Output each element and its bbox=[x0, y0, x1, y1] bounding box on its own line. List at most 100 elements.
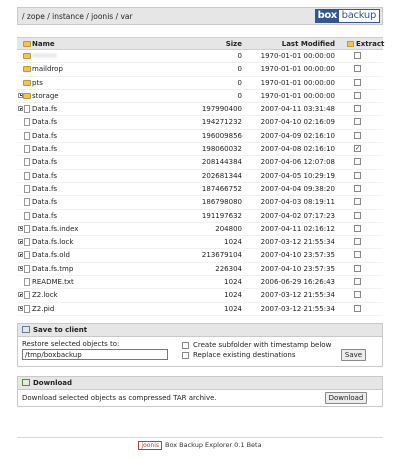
table-row[interactable]: Data.fs 198060032 2007-04-08 02:16:10 ✓ bbox=[17, 143, 383, 157]
footer-text: Box Backup Explorer 0.1 Beta bbox=[165, 441, 262, 449]
extract-checkbox[interactable] bbox=[354, 277, 361, 286]
table-row[interactable]: Data.fs.old 213679104 2007-04-10 23:57:35 bbox=[17, 249, 383, 263]
extract-checkbox[interactable] bbox=[354, 78, 361, 86]
row-name[interactable]: maildrop bbox=[32, 64, 63, 74]
row-name[interactable]: Data.fs bbox=[32, 171, 57, 181]
row-name[interactable]: Data.fs.old bbox=[32, 250, 70, 260]
row-name[interactable]: •••••• bbox=[32, 51, 57, 61]
download-button[interactable]: Download bbox=[325, 392, 367, 404]
extract-checkbox[interactable] bbox=[354, 264, 361, 272]
table-row[interactable]: Data.fs 202681344 2007-04-05 10:29:19 bbox=[17, 170, 383, 183]
row-size: 226304 bbox=[215, 264, 242, 273]
extract-checkbox[interactable] bbox=[354, 211, 361, 219]
row-modified: 1970-01-01 00:00:00 bbox=[260, 78, 335, 87]
row-modified: 1970-01-01 00:00:00 bbox=[260, 65, 335, 74]
row-name[interactable]: Data.fs bbox=[32, 104, 57, 114]
header-bar: / zope / instance / joonis / var box bac… bbox=[17, 7, 383, 25]
row-size: 198060032 bbox=[201, 145, 242, 154]
extract-checkbox[interactable] bbox=[354, 224, 361, 232]
row-size: 208144384 bbox=[201, 158, 242, 167]
row-name[interactable]: storage bbox=[32, 91, 59, 101]
column-extract: Extract bbox=[347, 39, 384, 49]
logo-backup-text: backup bbox=[341, 10, 377, 21]
extract-checkbox[interactable] bbox=[354, 104, 361, 113]
extract-checkbox[interactable] bbox=[354, 131, 361, 139]
extract-checkbox[interactable] bbox=[354, 250, 361, 259]
table-row[interactable]: Z2.pid 1024 2007-03-12 21:55:34 bbox=[17, 303, 383, 316]
table-header: Name Size Last Modified Extract bbox=[17, 37, 384, 50]
extract-checkbox[interactable] bbox=[354, 184, 361, 192]
row-name[interactable]: Data.fs bbox=[32, 131, 57, 141]
save-panel-header: Save to client bbox=[18, 324, 382, 337]
table-row[interactable]: Data.fs 191197632 2007-04-02 07:17:23 bbox=[17, 210, 383, 223]
table-row[interactable]: Data.fs.index 204800 2007-04-11 02:16:12 bbox=[17, 223, 383, 237]
folder-icon bbox=[23, 78, 31, 86]
row-size: 197990400 bbox=[201, 105, 242, 114]
file-icon bbox=[23, 277, 31, 287]
table-row[interactable]: Data.fs.lock 1024 2007-03-12 21:55:34 bbox=[17, 236, 383, 250]
extract-checkbox[interactable] bbox=[354, 51, 361, 59]
extract-checkbox[interactable] bbox=[354, 304, 361, 312]
file-icon bbox=[23, 224, 31, 233]
row-name[interactable]: Data.fs.lock bbox=[32, 237, 73, 247]
row-name[interactable]: Data.fs bbox=[32, 157, 57, 167]
table-row[interactable]: Data.fs 187466752 2007-04-04 09:38:20 bbox=[17, 183, 383, 197]
table-row[interactable]: README.txt 1024 2006-06-29 16:26:43 bbox=[17, 276, 383, 290]
column-name[interactable]: Name bbox=[32, 39, 55, 49]
restore-path-input[interactable] bbox=[22, 349, 168, 360]
save-button[interactable]: Save bbox=[341, 349, 366, 361]
table-row[interactable]: Data.fs 186798080 2007-04-03 08:19:11 bbox=[17, 196, 383, 210]
table-row[interactable]: Data.fs 208144384 2007-04-06 12:07:08 bbox=[17, 156, 383, 170]
row-name[interactable]: Data.fs bbox=[32, 197, 57, 207]
extract-checkbox[interactable] bbox=[354, 157, 361, 166]
extract-icon bbox=[347, 41, 354, 47]
row-name[interactable]: Z2.pid bbox=[32, 304, 54, 314]
extract-checkbox[interactable] bbox=[354, 237, 361, 246]
file-icon bbox=[23, 211, 31, 220]
save-client-icon bbox=[22, 326, 30, 333]
file-icon bbox=[23, 184, 31, 193]
row-name[interactable]: Data.fs.index bbox=[32, 224, 78, 234]
column-modified[interactable]: Last Modified bbox=[282, 39, 335, 49]
row-modified: 2007-04-02 07:17:23 bbox=[260, 211, 335, 220]
extract-checkbox[interactable] bbox=[354, 117, 361, 126]
row-size: 186798080 bbox=[201, 198, 242, 207]
row-name[interactable]: Data.fs bbox=[32, 184, 57, 194]
table-row[interactable]: Z2.lock 1024 2007-03-12 21:55:34 bbox=[17, 289, 383, 303]
table-row[interactable]: Data.fs 197990400 2007-04-11 03:31:48 bbox=[17, 103, 383, 117]
row-size: 213679104 bbox=[201, 251, 242, 260]
row-name[interactable]: Data.fs bbox=[32, 211, 57, 221]
table-row[interactable]: •••••• 0 1970-01-01 00:00:00 bbox=[17, 50, 383, 64]
row-name[interactable]: Z2.lock bbox=[32, 290, 58, 300]
row-name[interactable]: pts bbox=[32, 78, 43, 88]
row-modified: 2007-04-11 03:31:48 bbox=[260, 105, 335, 114]
footer-content: joonis Box Backup Explorer 0.1 Beta bbox=[17, 441, 383, 450]
row-modified: 2007-04-03 08:19:11 bbox=[260, 198, 335, 207]
row-name[interactable]: Data.fs.tmp bbox=[32, 264, 73, 274]
table-row[interactable]: storage 0 1970-01-01 00:00:00 bbox=[17, 90, 383, 104]
table-row[interactable]: Data.fs 194271232 2007-04-10 02:16:09 bbox=[17, 116, 383, 130]
row-modified: 1970-01-01 00:00:00 bbox=[260, 52, 335, 60]
column-size[interactable]: Size bbox=[226, 39, 242, 49]
row-modified: 2007-04-04 09:38:20 bbox=[260, 184, 335, 193]
row-size: 187466752 bbox=[201, 184, 242, 193]
extract-checkbox[interactable] bbox=[354, 91, 361, 99]
extract-checkbox[interactable] bbox=[354, 197, 361, 206]
breadcrumb[interactable]: / zope / instance / joonis / var bbox=[22, 12, 133, 21]
extract-checkbox[interactable] bbox=[354, 171, 361, 179]
subfolder-checkbox[interactable] bbox=[182, 342, 189, 349]
extract-checkbox[interactable]: ✓ bbox=[354, 144, 361, 153]
table-row[interactable]: Data.fs.tmp 226304 2007-04-10 23:57:35 bbox=[17, 263, 383, 277]
table-row[interactable]: maildrop 0 1970-01-01 00:00:00 bbox=[17, 63, 383, 77]
replace-checkbox[interactable] bbox=[182, 352, 189, 359]
row-name[interactable]: Data.fs bbox=[32, 144, 57, 154]
extract-checkbox[interactable] bbox=[354, 290, 361, 299]
row-name[interactable]: Data.fs bbox=[32, 117, 57, 127]
subfolder-label: Create subfolder with timestamp below bbox=[193, 341, 332, 349]
table-row[interactable]: Data.fs 196009856 2007-04-09 02:16:10 bbox=[17, 130, 383, 144]
table-row[interactable]: pts 0 1970-01-01 00:00:00 bbox=[17, 77, 383, 90]
row-modified: 2007-04-10 02:16:09 bbox=[260, 118, 335, 127]
row-name[interactable]: README.txt bbox=[32, 277, 74, 287]
extract-checkbox[interactable] bbox=[354, 64, 361, 73]
joonis-badge[interactable]: joonis bbox=[138, 441, 163, 450]
